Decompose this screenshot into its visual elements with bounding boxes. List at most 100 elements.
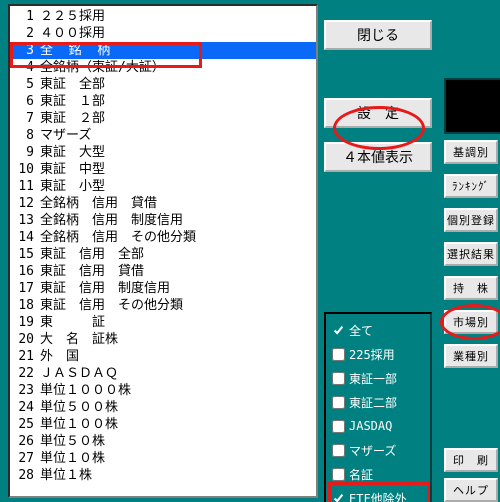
list-item-label: 全 銘 柄 — [40, 42, 110, 59]
list-item[interactable]: 18東証 信用 その他分類 — [10, 297, 316, 314]
list-item[interactable]: 2４００採用 — [10, 25, 316, 42]
list-item-label: 単位１０株 — [40, 450, 105, 467]
filter-check-label: 東証二部 — [349, 394, 397, 411]
list-item-number: 8 — [14, 127, 40, 144]
mid-button-column: 閉じる 設 定 ４本値表示 — [324, 4, 432, 176]
list-item-number: 20 — [14, 331, 40, 348]
list-item[interactable]: 11東証 小型 — [10, 178, 316, 195]
list-item-number: 26 — [14, 433, 40, 450]
side-btn-shijou[interactable]: 市場別 — [444, 310, 498, 334]
filter-checkbox[interactable] — [332, 444, 345, 457]
list-item[interactable]: 26単位５０株 — [10, 433, 316, 450]
list-item-label: 東証 信用 全部 — [40, 246, 144, 263]
list-item-label: 全銘柄 信用 貸借 — [40, 195, 157, 212]
list-item-number: 21 — [14, 348, 40, 365]
side-btn-help[interactable]: ヘルプ — [444, 478, 498, 502]
list-item[interactable]: 19東 証 — [10, 314, 316, 331]
list-item-label: ＪＡＳＤＡＱ — [40, 365, 118, 382]
list-item[interactable]: 21外 国 — [10, 348, 316, 365]
list-item-number: 24 — [14, 399, 40, 416]
filter-check-row[interactable]: 東証一部 — [332, 366, 426, 390]
filter-check-row[interactable]: 東証二部 — [332, 390, 426, 414]
list-item[interactable]: 8マザーズ — [10, 127, 316, 144]
side-btn-ji-kabu[interactable]: 持 株 — [444, 276, 498, 300]
filter-check-row[interactable]: 全て — [332, 318, 426, 342]
filter-checkbox[interactable] — [332, 372, 345, 385]
list-item-number: 22 — [14, 365, 40, 382]
side-btn-gyoushu[interactable]: 業種別 — [444, 344, 498, 368]
list-item[interactable]: 1２２５採用 — [10, 8, 316, 25]
list-item-label: 単位１株 — [40, 467, 92, 484]
filter-checkbox[interactable] — [332, 468, 345, 481]
four-values-button[interactable]: ４本値表示 — [324, 142, 432, 172]
preview-box — [444, 78, 500, 134]
list-item-label: 単位５０株 — [40, 433, 105, 450]
list-item-label: マザーズ — [40, 127, 91, 144]
settings-button[interactable]: 設 定 — [324, 98, 432, 128]
close-button[interactable]: 閉じる — [324, 20, 432, 50]
list-item-number: 12 — [14, 195, 40, 212]
list-item-label: 単位１００株 — [40, 416, 118, 433]
list-item[interactable]: 10東証 中型 — [10, 161, 316, 178]
list-item[interactable]: 4全銘柄（東証/大証） — [10, 59, 316, 76]
filter-checkbox[interactable] — [332, 324, 345, 337]
list-item-label: 東証 ２部 — [40, 110, 105, 127]
list-item-label: 東証 信用 その他分類 — [40, 297, 183, 314]
list-item-number: 6 — [14, 93, 40, 110]
list-item[interactable]: 23単位１０００株 — [10, 382, 316, 399]
list-item-label: 東 証 — [40, 314, 105, 331]
list-item[interactable]: 25単位１００株 — [10, 416, 316, 433]
filter-check-row[interactable]: JASDAQ — [332, 414, 426, 438]
list-item[interactable]: 28単位１株 — [10, 467, 316, 484]
side-btn-ranking[interactable]: ﾗﾝｷﾝｸﾞ — [444, 174, 498, 198]
side-btn-kichou[interactable]: 基調別 — [444, 140, 498, 164]
list-item[interactable]: 27単位１０株 — [10, 450, 316, 467]
filter-check-label: 225採用 — [349, 346, 395, 363]
filter-check-panel: 全て 225採用東証一部東証二部 JASDAQ マザーズ名証 ETF他除外 — [324, 312, 432, 502]
list-item[interactable]: 7東証 ２部 — [10, 110, 316, 127]
list-item[interactable]: 5東証 全部 — [10, 76, 316, 93]
filter-checkbox[interactable] — [332, 348, 345, 361]
filter-check-label: ETF他除外 — [349, 490, 407, 502]
list-item-label: 東証 １部 — [40, 93, 105, 110]
list-item-label: ２２５採用 — [40, 8, 105, 25]
list-item-label: 全銘柄 信用 その他分類 — [40, 229, 196, 246]
list-item[interactable]: 20大 名 証株 — [10, 331, 316, 348]
list-item-number: 28 — [14, 467, 40, 484]
list-item[interactable]: 12全銘柄 信用 貸借 — [10, 195, 316, 212]
filter-checkbox[interactable] — [332, 396, 345, 409]
side-btn-kobetsu[interactable]: 個別登録 — [444, 208, 498, 232]
list-item-number: 11 — [14, 178, 40, 195]
list-item-label: 東証 全部 — [40, 76, 105, 93]
market-list-panel: 1２２５採用2４００採用3全 銘 柄4全銘柄（東証/大証）5東証 全部6東証 １… — [8, 4, 318, 498]
filter-check-label: 東証一部 — [349, 370, 397, 387]
list-item-number: 27 — [14, 450, 40, 467]
list-item[interactable]: 3全 銘 柄 — [10, 42, 316, 59]
list-item-number: 25 — [14, 416, 40, 433]
list-item[interactable]: 6東証 １部 — [10, 93, 316, 110]
list-item[interactable]: 24単位５００株 — [10, 399, 316, 416]
list-item-label: 単位５００株 — [40, 399, 118, 416]
list-item[interactable]: 14全銘柄 信用 その他分類 — [10, 229, 316, 246]
filter-check-row[interactable]: ETF他除外 — [332, 486, 426, 502]
filter-check-row[interactable]: マザーズ — [332, 438, 426, 462]
list-item-number: 2 — [14, 25, 40, 42]
list-item-number: 10 — [14, 161, 40, 178]
list-item[interactable]: 17東証 信用 制度信用 — [10, 280, 316, 297]
list-item-number: 19 — [14, 314, 40, 331]
filter-check-label: JASDAQ — [349, 419, 392, 433]
side-btn-sentaku[interactable]: 選択結果 — [444, 242, 498, 266]
filter-check-row[interactable]: 225採用 — [332, 342, 426, 366]
list-item-label: 全銘柄（東証/大証） — [40, 59, 165, 76]
filter-checkbox[interactable] — [332, 420, 345, 433]
list-item[interactable]: 9東証 大型 — [10, 144, 316, 161]
list-item[interactable]: 15東証 信用 全部 — [10, 246, 316, 263]
side-btn-insatsu[interactable]: 印 刷 — [444, 448, 498, 472]
list-item-number: 1 — [14, 8, 40, 25]
list-item[interactable]: 13全銘柄 信用 制度信用 — [10, 212, 316, 229]
list-item[interactable]: 22ＪＡＳＤＡＱ — [10, 365, 316, 382]
filter-checkbox[interactable] — [332, 492, 345, 502]
list-item-number: 9 — [14, 144, 40, 161]
filter-check-row[interactable]: 名証 — [332, 462, 426, 486]
list-item[interactable]: 16東証 信用 貸借 — [10, 263, 316, 280]
